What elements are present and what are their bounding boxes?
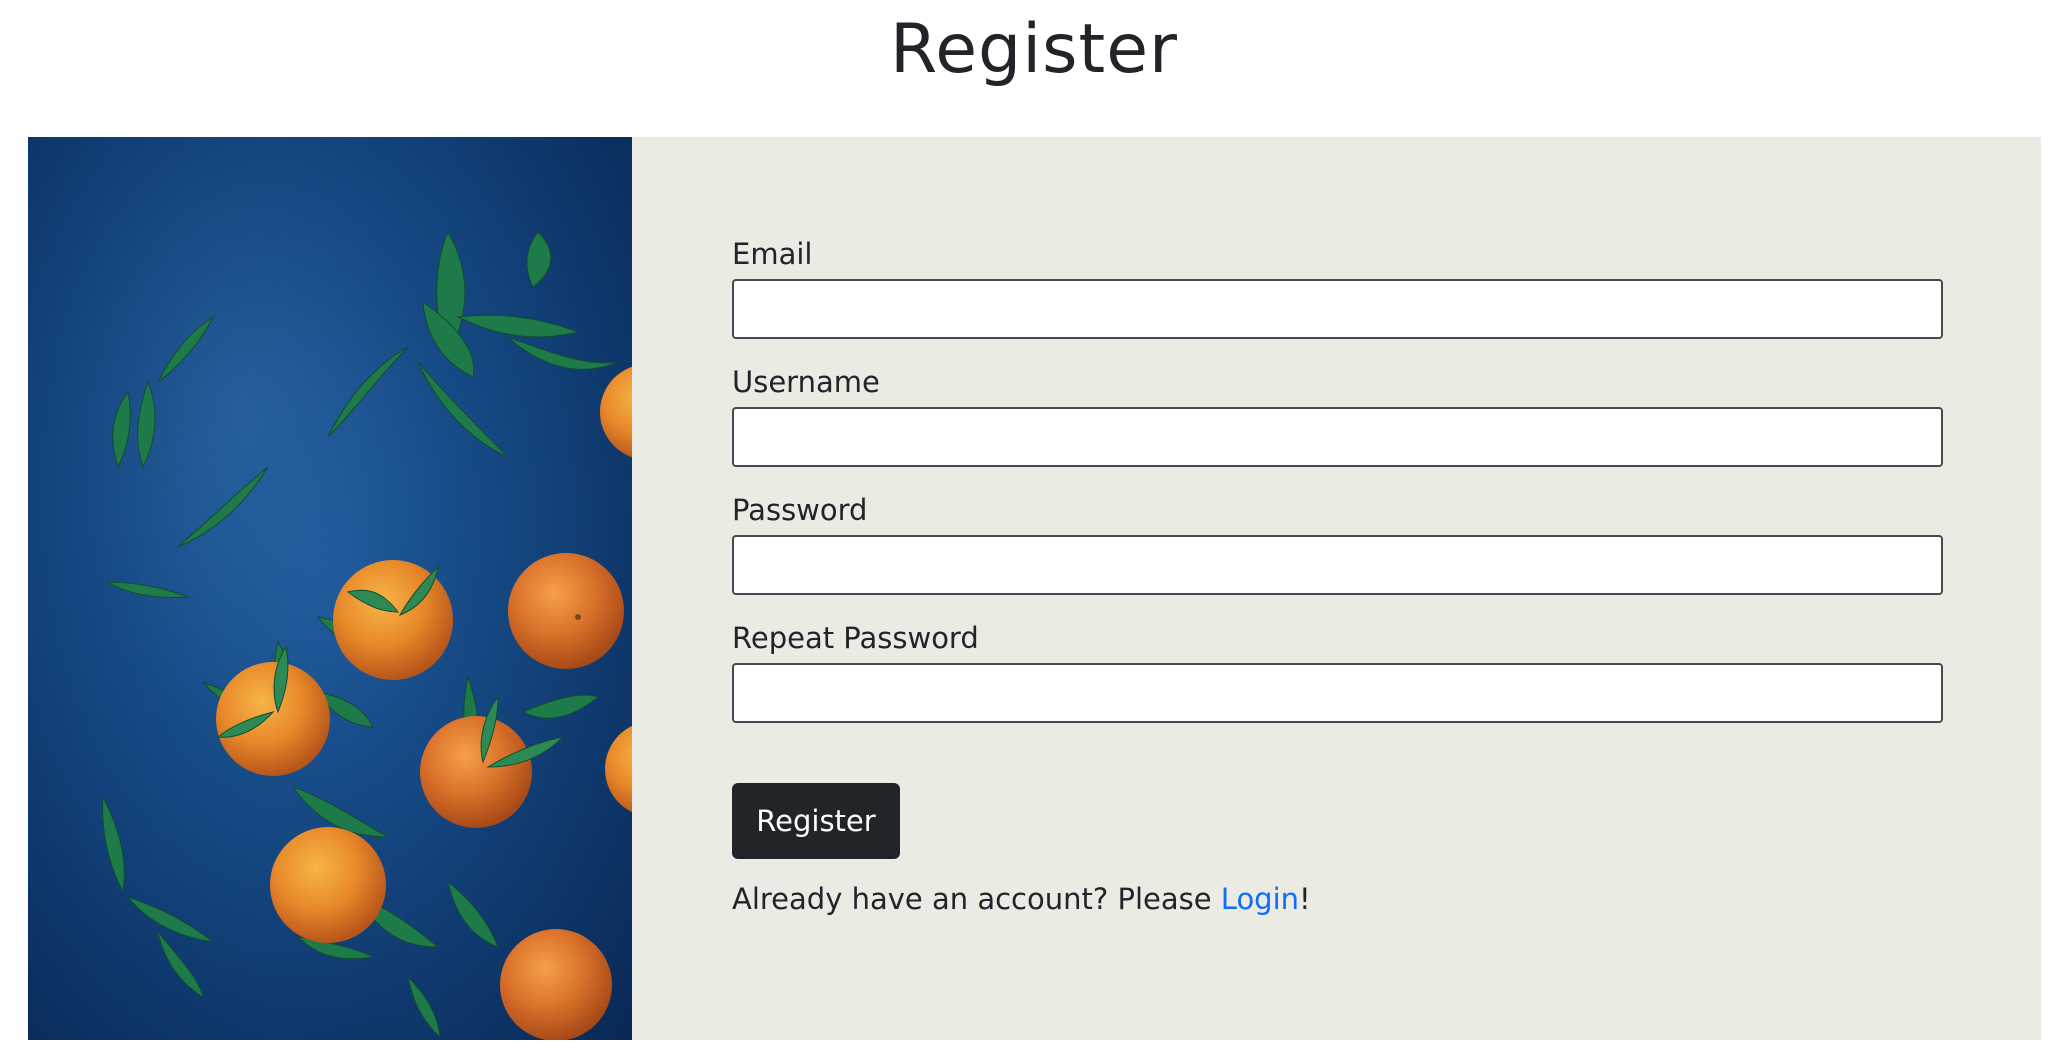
repeat-password-field[interactable] [732,663,1943,723]
oranges-illustration [28,137,632,1040]
login-prompt-text: Already have an account? Please [732,882,1221,916]
register-page: Register Email Username Password Repeat … [0,0,2068,1060]
password-label: Password [732,493,868,527]
login-prompt: Already have an account? Please Login! [732,879,1943,919]
register-form: Email Username Password Repeat Password … [732,237,1943,919]
repeat-password-label: Repeat Password [732,621,979,655]
register-card: Email Username Password Repeat Password … [28,137,2041,1040]
password-field[interactable] [732,535,1943,595]
email-field[interactable] [732,279,1943,339]
page-title: Register [890,10,1178,89]
register-button[interactable]: Register [732,783,900,859]
email-label: Email [732,237,813,271]
username-label: Username [732,365,880,399]
oranges-photo [28,137,632,1040]
username-field[interactable] [732,407,1943,467]
login-link[interactable]: Login [1221,882,1299,916]
login-prompt-suffix: ! [1299,882,1311,916]
form-panel: Email Username Password Repeat Password … [632,137,2041,1040]
